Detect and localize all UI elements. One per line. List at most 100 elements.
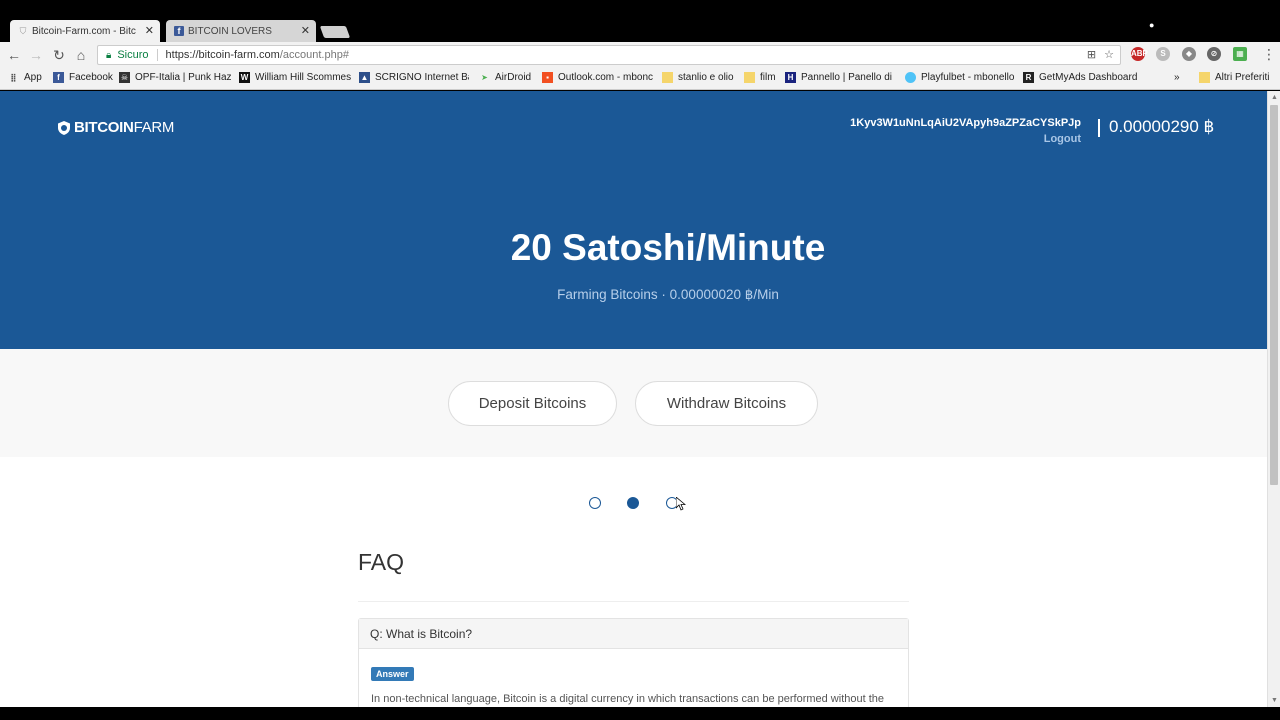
lock-icon: 🔒︎	[106, 49, 112, 61]
faq-item: Q: What is Bitcoin? Answer In non-techni…	[358, 618, 909, 707]
bookmark-william-hill[interactable]: W William Hill Scommes	[239, 72, 351, 83]
bookmark-label: William Hill Scommes	[255, 72, 351, 83]
page-content: BITCOIN FARM 1Kyv3W1uNnLqAiU2VApyh9aZPZaC…	[0, 91, 1267, 707]
hero-banner: BITCOIN FARM 1Kyv3W1uNnLqAiU2VApyh9aZPZaC…	[0, 91, 1267, 349]
bookmark-label: Altri Preferiti	[1215, 72, 1270, 83]
browser-toolbar: ← → ↻ ⌂ 🔒︎ Sicuro https://bitcoin-farm.c…	[0, 42, 1280, 68]
withdraw-button[interactable]: Withdraw Bitcoins	[635, 381, 818, 426]
bookmarks-overflow[interactable]: »	[1174, 72, 1186, 83]
airdroid-icon: ➤	[481, 73, 488, 82]
back-arrow-icon[interactable]: ←	[5, 46, 23, 64]
getmyads-icon: R	[1023, 72, 1034, 83]
bookmark-label: AirDroid	[495, 72, 532, 83]
bookmark-label: SCRIGNO Internet Ba	[375, 72, 469, 83]
carousel-dot[interactable]	[589, 497, 601, 509]
bookmark-film[interactable]: film	[744, 72, 778, 83]
bookmark-outlook[interactable]: ▪ Outlook.com - mbonc	[542, 72, 654, 83]
forward-arrow-icon[interactable]: →	[27, 46, 45, 64]
tab-title: BITCOIN LOVERS	[188, 25, 272, 37]
opf-icon: ☠	[119, 72, 130, 83]
outlook-icon: ▪	[542, 72, 553, 83]
bookmark-pannello[interactable]: H Pannello | Panello di c	[785, 72, 895, 83]
deposit-button[interactable]: Deposit Bitcoins	[448, 381, 617, 426]
bookmark-label: GetMyAds Dashboard	[1039, 72, 1138, 83]
folder-icon	[744, 72, 755, 83]
url-path: /account.php#	[279, 49, 349, 61]
bookmark-label: Outlook.com - mbonc	[558, 72, 654, 83]
tab-bitcoin-lovers[interactable]: f BITCOIN LOVERS ✕	[166, 20, 316, 42]
bookmark-opf[interactable]: ☠ OPF-Italia | Punk Haza	[119, 72, 231, 83]
carousel-dot-active[interactable]	[627, 497, 639, 509]
bookmark-getmyads[interactable]: R GetMyAds Dashboard	[1023, 72, 1139, 83]
bookmark-label: OPF-Italia | Punk Haza	[135, 72, 231, 83]
faq-answer: In non-technical language, Bitcoin is a …	[371, 693, 885, 705]
mouse-cursor-icon	[676, 497, 686, 511]
shield-icon: ⛉	[19, 26, 27, 36]
adblock-icon[interactable]: ABP	[1131, 47, 1148, 61]
facebook-icon: f	[174, 26, 184, 36]
balance-display: 0.00000290 ฿	[1109, 117, 1215, 136]
scroll-down-icon[interactable]: ▼	[1271, 697, 1278, 704]
balance-divider	[1098, 119, 1100, 137]
william-hill-icon: W	[239, 72, 250, 83]
extension-icon[interactable]: ◆	[1182, 47, 1196, 61]
close-icon[interactable]: ✕	[301, 24, 310, 37]
secure-label: Sicuro	[117, 49, 149, 61]
block-icon[interactable]: ⊘	[1207, 47, 1221, 61]
tab-title: Bitcoin-Farm.com - Bitcoin	[32, 25, 136, 37]
scroll-up-icon[interactable]: ▲	[1271, 94, 1278, 101]
logo-text-light: FARM	[133, 119, 175, 136]
screen-bottom-edge	[0, 707, 1280, 720]
star-icon[interactable]: ☆	[1104, 48, 1114, 61]
profile-icon[interactable]: ●	[1149, 20, 1154, 30]
extension-green-icon[interactable]: ▦	[1233, 47, 1247, 61]
bookmark-label: Pannello | Panello di c	[801, 72, 895, 83]
action-band: Deposit Bitcoins Withdraw Bitcoins	[0, 349, 1267, 457]
logo-text-bold: BITCOIN	[74, 119, 134, 136]
bookmark-scrigno[interactable]: ▲ SCRIGNO Internet Ba	[359, 72, 469, 83]
home-icon[interactable]: ⌂	[72, 46, 90, 64]
apps-grid-icon: ⣿	[10, 73, 17, 82]
bookmark-app[interactable]: ⣿ App	[8, 72, 48, 83]
new-tab-button[interactable]	[319, 26, 351, 38]
farming-rate-subtitle: Farming Bitcoins · 0.00000020 ฿/Min	[557, 287, 779, 302]
faq-divider	[358, 601, 909, 602]
bookmarks-bar: ⣿ App f Facebook ☠ OPF-Italia | Punk Haz…	[0, 68, 1280, 90]
bookmark-facebook[interactable]: f Facebook	[53, 72, 115, 83]
folder-icon	[662, 72, 673, 83]
bookmark-altri-preferiti[interactable]: Altri Preferiti	[1199, 72, 1279, 83]
tab-bitcoin-farm[interactable]: ⛉ Bitcoin-Farm.com - Bitcoin ✕	[10, 20, 160, 42]
address-divider	[156, 49, 158, 61]
playfulbet-icon	[905, 72, 916, 83]
carousel-indicators	[0, 497, 1267, 511]
scrigno-icon: ▲	[359, 72, 370, 83]
faq-heading: FAQ	[358, 549, 405, 575]
bookmark-playfulbet[interactable]: Playfulbet - mbonello	[905, 72, 1017, 83]
page-scrollbar[interactable]: ▲ ▼	[1267, 91, 1280, 707]
skype-icon[interactable]: S	[1156, 47, 1170, 61]
menu-icon[interactable]: ⋮	[1262, 46, 1276, 63]
bookmark-label: stanlio e olio	[678, 72, 734, 83]
logout-link[interactable]: Logout	[1044, 133, 1081, 145]
answer-badge: Answer	[371, 667, 414, 681]
bookmark-label: film	[760, 72, 776, 83]
address-bar[interactable]: 🔒︎ Sicuro https://bitcoin-farm.com/accou…	[97, 45, 1121, 65]
bookmark-airdroid[interactable]: ➤ AirDroid	[479, 72, 535, 83]
bookmark-stanlio[interactable]: stanlio e olio	[662, 72, 740, 83]
facebook-icon: f	[53, 72, 64, 83]
tab-strip: ⛉ Bitcoin-Farm.com - Bitcoin ✕ f BITCOIN…	[0, 0, 1280, 42]
faq-question[interactable]: Q: What is Bitcoin?	[359, 619, 908, 649]
shield-logo-icon	[58, 120, 70, 135]
overflow-chevron-icon: »	[1174, 72, 1180, 83]
translate-icon[interactable]: ⊞	[1087, 48, 1096, 61]
site-logo[interactable]: BITCOIN FARM	[57, 119, 174, 136]
folder-icon	[1199, 72, 1210, 83]
url-host: https://bitcoin-farm.com	[165, 49, 280, 61]
bookmark-label: App	[24, 72, 42, 83]
wallet-address: 1Kyv3W1uNnLqAiU2VApyh9aZPZaCYSkPJp	[850, 117, 1081, 129]
close-icon[interactable]: ✕	[145, 24, 154, 37]
bookmark-label: Playfulbet - mbonello	[921, 72, 1015, 83]
scroll-thumb[interactable]	[1270, 105, 1278, 485]
reload-icon[interactable]: ↻	[50, 46, 68, 64]
pannello-icon: H	[785, 72, 796, 83]
